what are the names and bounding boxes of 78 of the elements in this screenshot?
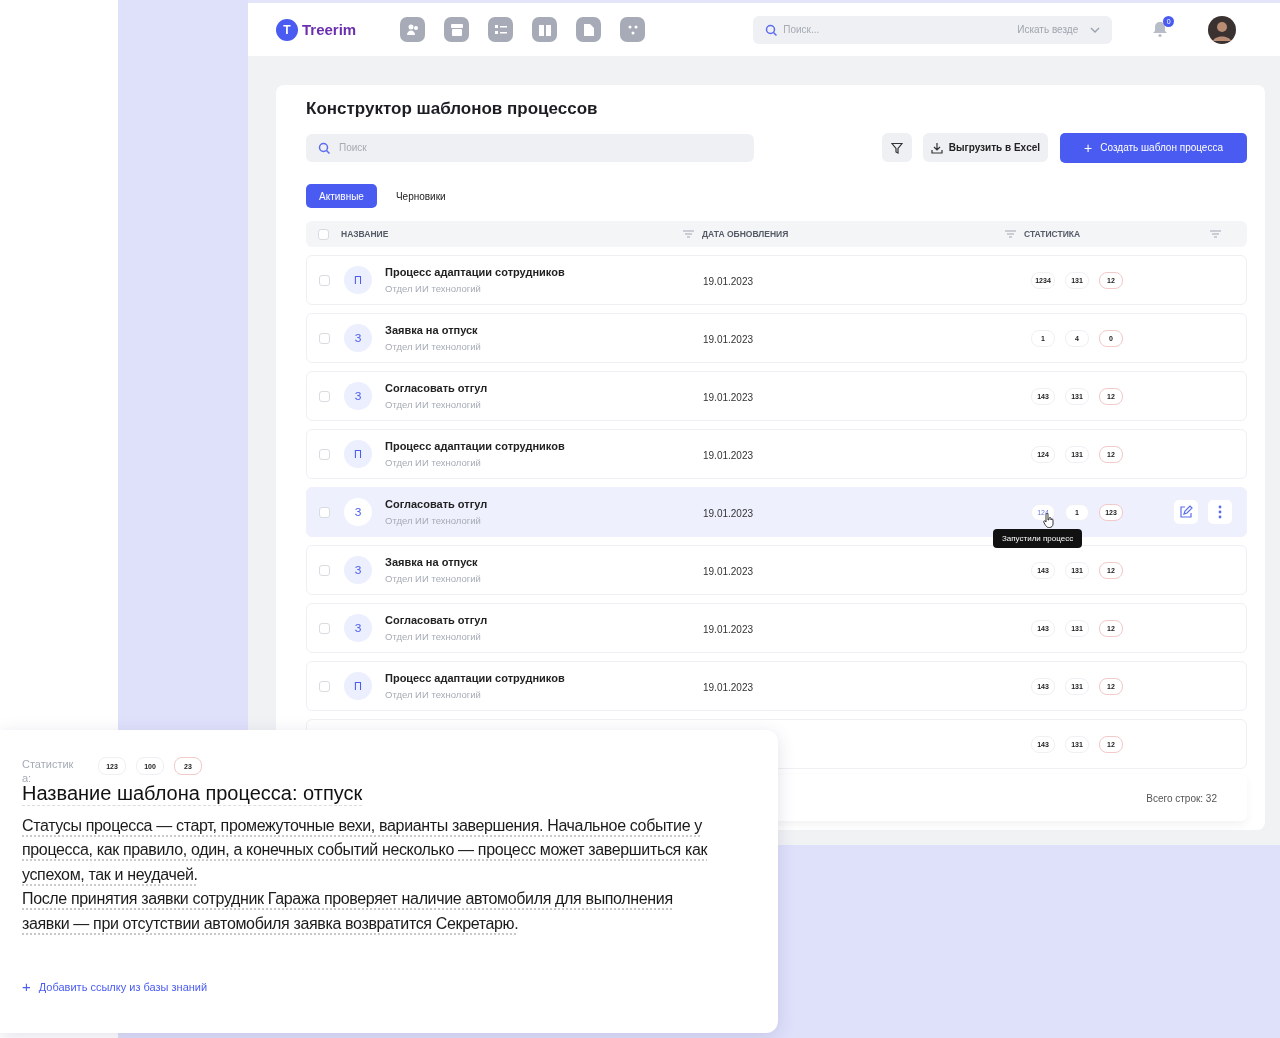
letter-avatar: З bbox=[344, 324, 372, 352]
department: Отдел ИИ технологий bbox=[385, 341, 481, 352]
caret-icon bbox=[1084, 15, 1113, 44]
bell-icon bbox=[1151, 19, 1170, 38]
letter-avatar: П bbox=[344, 266, 372, 294]
people-icon[interactable] bbox=[400, 17, 426, 42]
process-name: Согласовать отгул bbox=[385, 614, 488, 626]
description-text: После принятия заявки сотрудник Гаража проверяет наличие автомобиля для выполнения заявки — при отсутствии автомобиля заявка возвратится Секретарю. bbox=[22, 889, 674, 934]
update-date: 19.01.2023 bbox=[703, 450, 754, 461]
process-name: Процесс адаптации сотрудников bbox=[385, 440, 565, 452]
checkbox[interactable] bbox=[319, 622, 330, 634]
letter-avatar: П bbox=[344, 440, 372, 468]
process-name: Процесс адаптации сотрудников bbox=[385, 672, 565, 684]
department: Отдел ИИ технологий bbox=[385, 689, 482, 700]
tooltip: Запустили процесс bbox=[993, 528, 1083, 548]
checkbox[interactable] bbox=[319, 390, 330, 402]
create-button[interactable]: + Создать шаблон процесса bbox=[1060, 132, 1247, 163]
more-icon bbox=[1218, 505, 1222, 519]
checkbox[interactable] bbox=[319, 506, 330, 518]
sort-icon[interactable] bbox=[1005, 230, 1016, 238]
download-icon bbox=[930, 141, 943, 154]
export-button[interactable]: Выгрузить в Excel bbox=[922, 133, 1049, 162]
process-name: Согласовать отгул bbox=[385, 382, 488, 394]
update-date: 19.01.2023 bbox=[703, 276, 754, 287]
column-header: ДАТА ОБНОВЛЕНИЯ bbox=[702, 229, 789, 239]
global-search-field[interactable]: Поиск... bbox=[753, 15, 1004, 44]
logo-icon: T bbox=[276, 18, 298, 41]
checkbox[interactable] bbox=[319, 564, 330, 576]
checklist-icon[interactable] bbox=[488, 17, 514, 42]
process-name: Заявка на отпуск bbox=[385, 324, 479, 336]
process-name: Согласовать отгул bbox=[385, 498, 488, 510]
letter-avatar: П bbox=[344, 672, 372, 700]
letter-avatar: З bbox=[344, 614, 372, 642]
filter-button[interactable] bbox=[882, 133, 912, 162]
add-link[interactable]: + Добавить ссылку из базы знаний bbox=[22, 978, 208, 996]
description-text: Статусы процесса — старт, промежуточные вехи, варианты завершения. Начальное событие у процесса, как правило, один, а конечных событий несколько — процесс может завершиться как успехом, так и неудачей. bbox=[22, 815, 709, 885]
department: Отдел ИИ технологий bbox=[385, 515, 482, 526]
column-header: НАЗВАНИЕ bbox=[341, 229, 389, 239]
page-title: Конструктор шаблонов процессов bbox=[306, 99, 599, 119]
update-date: 19.01.2023 bbox=[703, 624, 754, 635]
update-date: 19.01.2023 bbox=[703, 392, 754, 403]
tab[interactable]: Активные bbox=[306, 184, 377, 208]
update-date: 19.01.2023 bbox=[703, 566, 754, 577]
update-date: 19.01.2023 bbox=[703, 508, 754, 519]
edit-button[interactable] bbox=[1174, 500, 1198, 524]
department: Отдел ИИ технологий bbox=[385, 399, 482, 410]
department: Отдел ИИ технологий bbox=[385, 573, 481, 584]
process-name: Заявка на отпуск bbox=[385, 556, 479, 568]
checkbox[interactable] bbox=[319, 274, 330, 286]
search-field[interactable]: Поиск bbox=[306, 133, 755, 162]
row-count: Всего строк: 32 bbox=[1146, 792, 1217, 804]
template-title: Название шаблона процесса: отпуск bbox=[22, 781, 363, 806]
sort-icon[interactable] bbox=[683, 230, 694, 238]
archive-icon[interactable] bbox=[444, 17, 470, 42]
column-header: СТАТИСТИКА bbox=[1024, 229, 1081, 239]
checkbox[interactable] bbox=[319, 680, 330, 692]
checkbox[interactable] bbox=[318, 228, 329, 240]
letter-avatar: З bbox=[344, 498, 372, 526]
logo-text: Treerim bbox=[302, 21, 357, 38]
edit-icon bbox=[1179, 505, 1193, 519]
filter-icon bbox=[890, 141, 903, 154]
sort-icon[interactable] bbox=[1210, 230, 1221, 238]
department: Отдел ИИ технологий bbox=[385, 631, 482, 642]
process-name: Процесс адаптации сотрудников bbox=[385, 266, 565, 278]
checkbox[interactable] bbox=[319, 332, 330, 344]
update-date: 19.01.2023 bbox=[703, 682, 754, 693]
more-button[interactable] bbox=[1208, 500, 1232, 524]
department: Отдел ИИ технологий bbox=[385, 283, 482, 294]
department: Отдел ИИ технологий bbox=[385, 457, 482, 468]
letter-avatar: З bbox=[344, 556, 372, 584]
tab[interactable]: Черновики bbox=[382, 184, 459, 208]
book-icon[interactable] bbox=[532, 17, 558, 42]
letter-avatar: З bbox=[344, 382, 372, 410]
folder-icon[interactable] bbox=[576, 17, 602, 42]
dice-icon[interactable] bbox=[620, 17, 646, 42]
checkbox[interactable] bbox=[319, 448, 330, 460]
update-date: 19.01.2023 bbox=[703, 334, 754, 345]
user-avatar[interactable] bbox=[1208, 15, 1237, 44]
